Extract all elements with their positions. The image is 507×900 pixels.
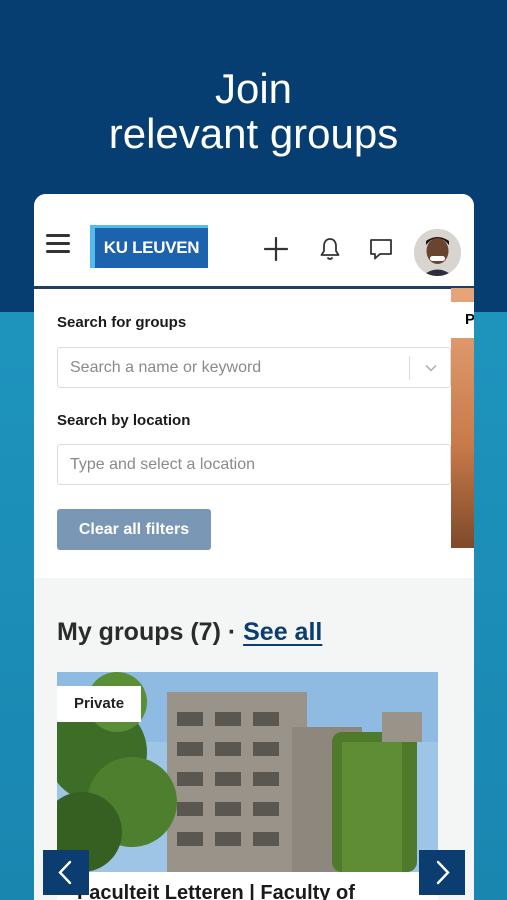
search-groups-placeholder: Search a name or keyword	[70, 359, 262, 376]
group-card-title: Faculteit Letteren | Faculty of	[77, 882, 355, 900]
previous-button[interactable]	[43, 850, 89, 895]
filters-panel: Search for groups Search a name or keywo…	[34, 292, 474, 578]
search-groups-label: Search for groups	[57, 314, 187, 331]
clear-filters-button[interactable]: Clear all filters	[57, 509, 211, 550]
chevron-down-icon[interactable]	[424, 361, 438, 375]
select-divider	[409, 356, 410, 380]
next-privacy-badge: P	[451, 302, 474, 338]
ku-leuven-logo[interactable]: KU LEUVEN	[90, 225, 208, 268]
chevron-right-icon	[436, 860, 450, 885]
next-button[interactable]	[419, 850, 465, 895]
group-card[interactable]: Private Faculteit Letteren | Faculty of	[57, 672, 438, 900]
chevron-left-icon	[58, 860, 72, 885]
avatar[interactable]	[414, 229, 461, 276]
app-screen: KU LEUVEN Search for groups Search a nam…	[34, 194, 474, 900]
see-all-link[interactable]: See all	[243, 618, 322, 646]
search-location-label: Search by location	[57, 412, 191, 429]
location-placeholder: Type and select a location	[70, 456, 256, 473]
my-groups-section: My groups (7) · See all Private Facultei…	[34, 578, 474, 900]
search-groups-input[interactable]: Search a name or keyword	[57, 347, 451, 388]
my-groups-heading: My groups (7) · See all	[57, 618, 322, 647]
chat-icon[interactable]	[368, 236, 394, 262]
app-header: KU LEUVEN	[34, 194, 474, 289]
menu-icon[interactable]	[46, 234, 70, 254]
plus-icon[interactable]	[263, 236, 289, 262]
bell-icon[interactable]	[317, 236, 343, 262]
next-group-card[interactable]: P	[451, 288, 474, 548]
headline: Join relevant groups	[0, 66, 507, 156]
location-input[interactable]: Type and select a location	[57, 444, 451, 485]
headline-line-2: relevant groups	[108, 110, 399, 157]
privacy-badge: Private	[57, 686, 142, 722]
my-groups-title: My groups (7) ·	[57, 618, 244, 646]
headline-line-1: Join	[214, 65, 293, 112]
